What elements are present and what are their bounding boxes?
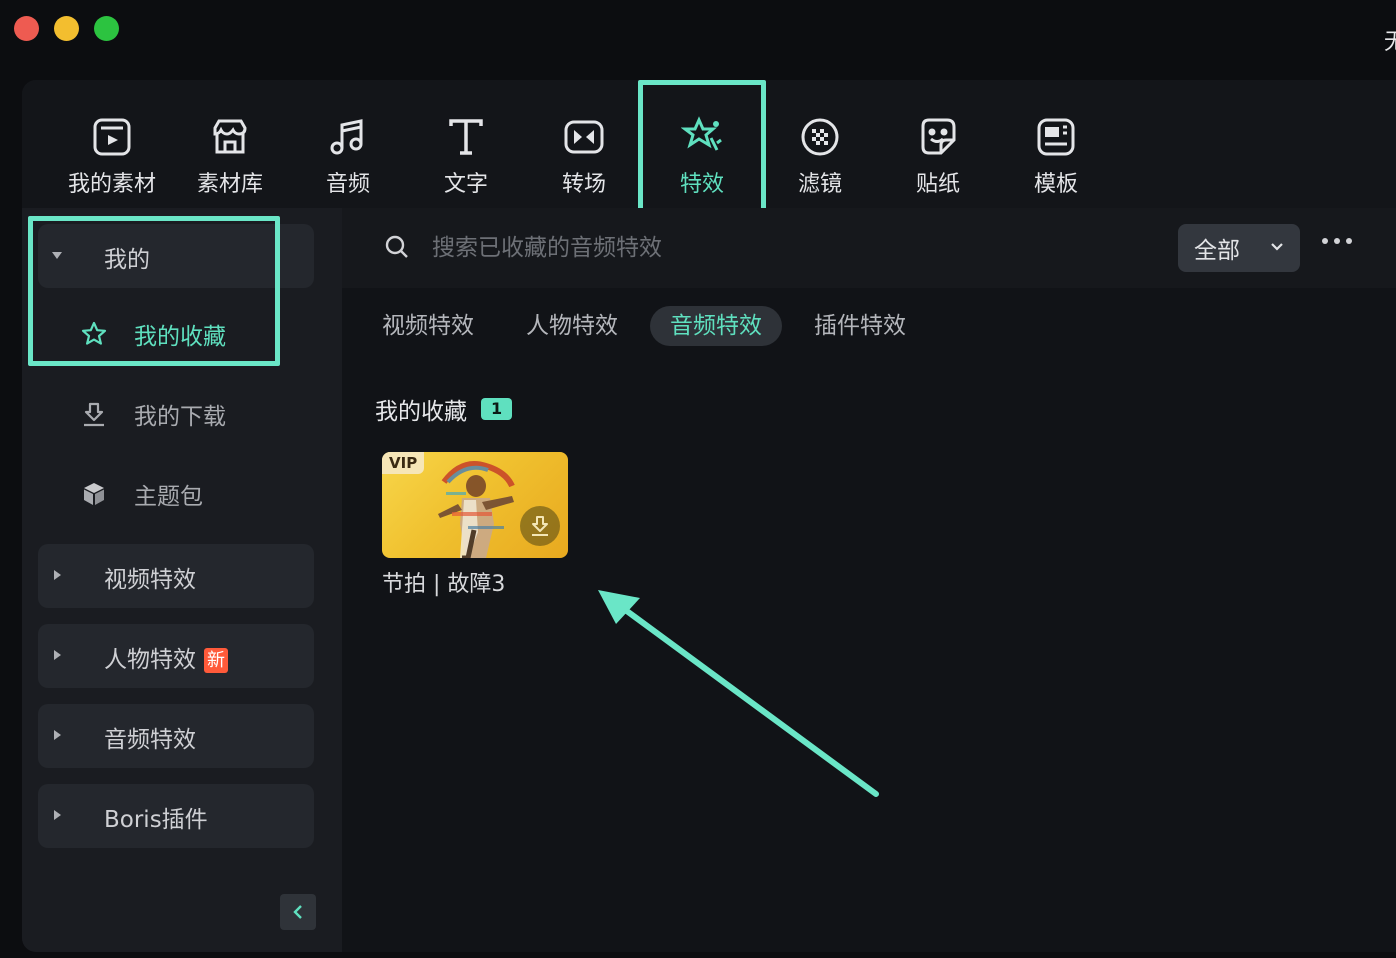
toolbar-tab-stickers[interactable]: 贴纸 (879, 116, 997, 198)
search-input[interactable] (432, 228, 1132, 268)
audio-note-icon (330, 119, 363, 155)
tab-audio-effects[interactable]: 音频特效 (650, 306, 782, 346)
toolbar-tab-label: 转场 (561, 172, 606, 197)
toolbar-tab-label: 模板 (1033, 172, 1078, 197)
content-area: 全部 视频特效 人物特效 音频特效 插件特效 我的收藏 1 (342, 208, 1396, 952)
highlight-box-favorites (28, 216, 280, 366)
close-window-button[interactable] (14, 16, 39, 41)
count-badge: 1 (481, 398, 513, 420)
toolbar-tab-label: 滤镜 (797, 172, 842, 197)
vip-badge: VIP (382, 452, 425, 474)
highlight-box-effects-tab (638, 80, 766, 218)
toolbar-tab-templates[interactable]: 模板 (997, 116, 1115, 198)
sidebar-group-label: 视频特效 (104, 567, 196, 593)
more-dot-icon (1346, 238, 1352, 244)
toolbar-tab-label: 音频 (325, 172, 370, 197)
sidebar-item-label: 我的下载 (134, 404, 226, 430)
sidebar-group-people-effects[interactable]: 人物特效新 (38, 624, 314, 688)
tab-people-effects[interactable]: 人物特效 (526, 306, 618, 346)
toolbar-tab-text[interactable]: 文字 (407, 116, 525, 198)
new-badge: 新 (204, 648, 228, 673)
sidebar-item-downloads[interactable]: 我的下载 (80, 394, 226, 434)
collapse-caret-icon (54, 570, 61, 580)
section-header: 我的收藏 1 (375, 392, 513, 426)
sidebar-group-label: 人物特效 (104, 647, 196, 673)
my-media-icon (93, 118, 131, 156)
collapse-caret-icon (54, 650, 61, 660)
toolbar-tab-label: 我的素材 (67, 172, 156, 197)
toolbar-tab-filters[interactable]: 滤镜 (761, 116, 879, 198)
cube-package-icon (84, 483, 104, 505)
search-bar: 全部 (342, 208, 1396, 288)
sidebar-item-label: 主题包 (134, 484, 203, 510)
text-t-icon (449, 119, 483, 155)
toolbar-tab-label: 素材库 (196, 172, 263, 197)
effect-name: 节拍 | 故障3 (382, 572, 506, 597)
sidebar-group-audio-effects[interactable]: 音频特效 (38, 704, 314, 768)
filter-value: 全部 (1194, 238, 1240, 264)
download-button[interactable] (520, 506, 560, 546)
sidebar-group-label-wrap: 人物特效新 (104, 640, 228, 674)
sidebar: 我的 我的收藏 我的下载 主题包 视频特效 人物特效新 音频特效 Boris插件 (22, 208, 342, 952)
sidebar-group-label: 音频特效 (104, 727, 196, 753)
transition-icon (564, 120, 604, 154)
toolbar-tab-label: 文字 (443, 172, 488, 197)
more-dot-icon (1322, 238, 1328, 244)
collapse-caret-icon (54, 810, 61, 820)
more-options-button[interactable] (1322, 238, 1352, 244)
effect-card[interactable]: VIP 节拍 | 故障3 (382, 452, 568, 598)
window-controls (14, 16, 119, 41)
download-arrow-icon (532, 516, 548, 536)
zoom-window-button[interactable] (94, 16, 119, 41)
filter-icon (801, 118, 839, 156)
filter-dropdown[interactable]: 全部 (1178, 224, 1300, 272)
chevron-down-icon (1271, 243, 1283, 251)
section-title: 我的收藏 (375, 399, 467, 425)
collapse-sidebar-button[interactable] (280, 894, 316, 930)
search-icon (385, 235, 408, 258)
sidebar-group-label: Boris插件 (104, 807, 208, 833)
window-title: 无 (1384, 30, 1396, 55)
sidebar-item-theme-pack[interactable]: 主题包 (80, 474, 203, 514)
toolbar-tab-my-media[interactable]: 我的素材 (53, 116, 171, 198)
sidebar-group-video-effects[interactable]: 视频特效 (38, 544, 314, 608)
sticker-icon (921, 118, 956, 155)
collapse-caret-icon (54, 730, 61, 740)
toolbar-tab-transition[interactable]: 转场 (525, 116, 643, 198)
template-icon (1037, 118, 1075, 156)
tab-plugin-effects[interactable]: 插件特效 (814, 306, 906, 346)
effect-thumbnail[interactable]: VIP (382, 452, 568, 558)
sidebar-group-boris-plugins[interactable]: Boris插件 (38, 784, 314, 848)
chevron-left-icon (293, 905, 302, 919)
minimize-window-button[interactable] (54, 16, 79, 41)
toolbar-tab-audio[interactable]: 音频 (289, 116, 407, 198)
tab-video-effects[interactable]: 视频特效 (382, 306, 474, 346)
media-panel: 我的素材 素材库 音频 文字 转场 特效 滤镜 贴纸 模板 我的 我的收藏 我的… (22, 80, 1396, 952)
more-dot-icon (1334, 238, 1340, 244)
toolbar-tab-label: 贴纸 (915, 172, 960, 197)
toolbar-tab-stock-library[interactable]: 素材库 (171, 116, 289, 198)
top-toolbar: 我的素材 素材库 音频 文字 转场 特效 滤镜 贴纸 模板 (22, 80, 1396, 218)
download-icon (84, 402, 104, 427)
stock-library-icon (213, 119, 247, 154)
